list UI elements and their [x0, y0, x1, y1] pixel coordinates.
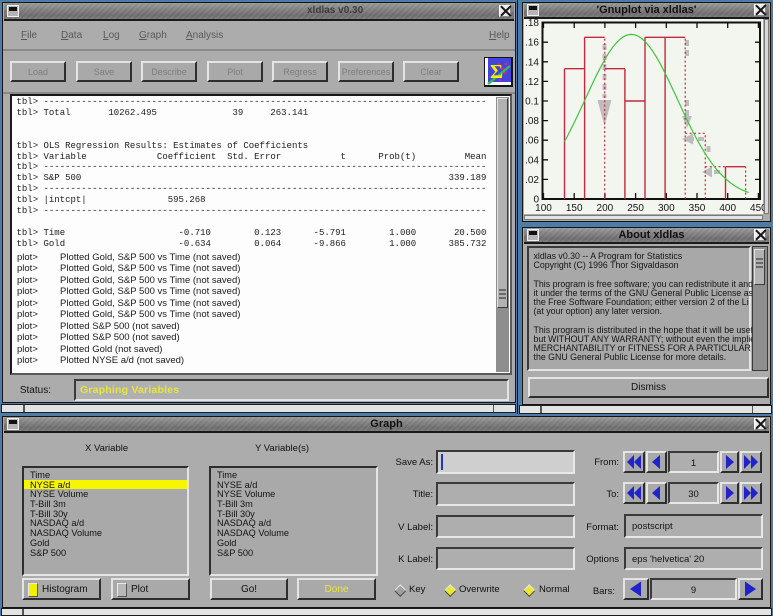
- svg-text:.14: .14: [525, 57, 539, 68]
- svg-text:.18: .18: [525, 18, 539, 29]
- svg-text:Σ: Σ: [490, 61, 503, 83]
- svg-text:.12: .12: [525, 77, 539, 88]
- svg-text:100: 100: [535, 203, 552, 214]
- svg-text:.08: .08: [525, 116, 539, 127]
- svg-text:300: 300: [658, 203, 675, 214]
- svg-text:400: 400: [719, 203, 736, 214]
- svg-text:.16: .16: [525, 38, 539, 49]
- svg-text:250: 250: [627, 203, 644, 214]
- svg-text:200: 200: [597, 203, 614, 214]
- svg-text:350: 350: [689, 203, 706, 214]
- svg-text:0.1: 0.1: [525, 97, 539, 108]
- svg-text:.02: .02: [525, 175, 539, 186]
- svg-text:.04: .04: [525, 155, 539, 166]
- svg-text:150: 150: [566, 203, 583, 214]
- svg-text:.06: .06: [525, 136, 539, 147]
